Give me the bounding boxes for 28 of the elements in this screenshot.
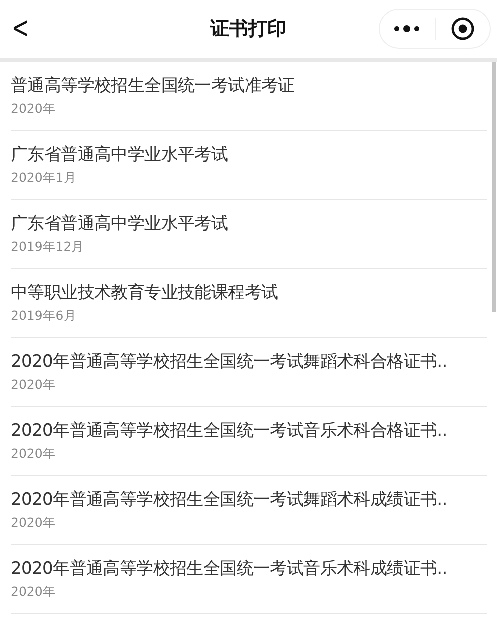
more-icon[interactable] xyxy=(394,25,420,33)
certificate-title: 普通高等学校招生全国统一考试准考证 xyxy=(11,75,295,97)
certificate-title: 2020年普通高等学校招生全国统一考试舞蹈术科成绩证书.. xyxy=(11,489,448,511)
certificate-item[interactable]: 2020年普通高等学校招生全国统一考试舞蹈术科成绩证书.. 2020年 xyxy=(11,476,487,545)
certificate-item[interactable]: 广东省普通高中学业水平考试 2019年12月 xyxy=(11,200,487,269)
close-icon[interactable] xyxy=(450,17,475,41)
certificate-date: 2020年1月 xyxy=(11,170,77,187)
certificate-item[interactable]: 广东省普通高中学业水平考试 2020年1月 xyxy=(11,131,487,200)
certificate-item[interactable]: 2020年普通高等学校招生全国统一考试音乐术科成绩证书.. 2020年 xyxy=(11,545,487,614)
certificate-title: 2020年普通高等学校招生全国统一考试舞蹈术科合格证书.. xyxy=(11,351,448,373)
certificate-date: 2019年6月 xyxy=(11,308,77,325)
certificate-title: 2020年普通高等学校招生全国统一考试音乐术科成绩证书.. xyxy=(11,558,448,580)
certificate-date: 2020年 xyxy=(11,377,56,394)
certificate-date: 2020年 xyxy=(11,515,56,532)
certificate-date: 2020年 xyxy=(11,584,56,601)
certificate-date: 2020年 xyxy=(11,446,56,463)
page-title: 证书打印 xyxy=(210,17,286,42)
certificate-title: 2020年普通高等学校招生全国统一考试音乐术科合格证书.. xyxy=(11,420,448,442)
certificate-item[interactable]: 2020年普通高等学校招生全国统一考试舞蹈术科合格证书.. 2020年 xyxy=(11,338,487,407)
certificate-title: 广东省普通高中学业水平考试 xyxy=(11,144,228,166)
certificate-item[interactable]: 2020年普通高等学校招生全国统一考试音乐术科合格证书.. 2020年 xyxy=(11,407,487,476)
certificate-title: 广东省普通高中学业水平考试 xyxy=(11,213,228,235)
certificate-date: 2020年 xyxy=(11,101,56,118)
back-button[interactable]: < xyxy=(8,14,32,44)
certificate-date: 2019年12月 xyxy=(11,239,85,256)
certificate-title: 中等职业技术教育专业技能课程考试 xyxy=(11,282,278,304)
certificate-item[interactable]: 普通高等学校招生全国统一考试准考证 2020年 xyxy=(11,62,487,131)
certificate-item[interactable]: 中等职业技术教育专业技能课程考试 2019年6月 xyxy=(11,269,487,338)
